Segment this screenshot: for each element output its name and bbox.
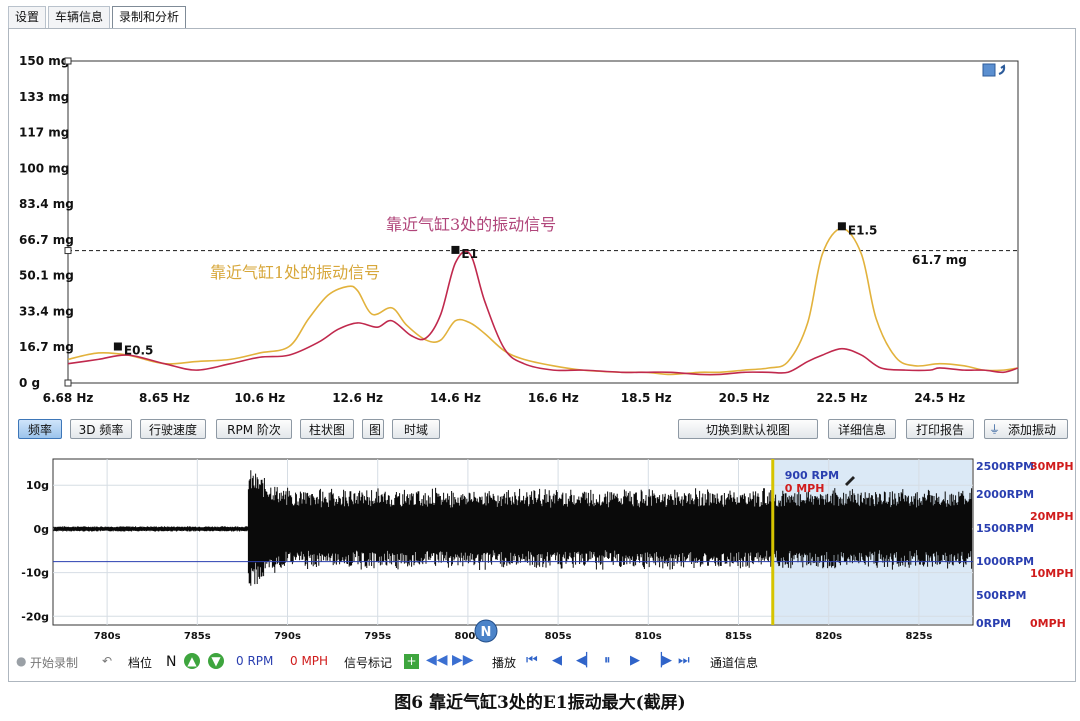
- y-tick-label: 66.7 mg: [19, 233, 74, 247]
- x-tick-label: 16.6 Hz: [528, 391, 579, 405]
- n-marker-label: N: [481, 625, 492, 640]
- pause-icon[interactable]: ⏸: [604, 653, 611, 668]
- play-icon[interactable]: ▶: [630, 653, 640, 668]
- step-back-icon[interactable]: ◀: [552, 653, 562, 668]
- marker-label: E0.5: [124, 344, 153, 358]
- y-tick-label: 50.1 mg: [19, 269, 74, 283]
- mph-axis-label: 0MPH: [1030, 617, 1066, 630]
- playback-label: 播放: [492, 656, 517, 670]
- mph-readout: 0 MPH: [290, 654, 329, 668]
- frame-forward-icon[interactable]: ▕▶: [652, 653, 672, 668]
- gear-up-icon[interactable]: ▲: [184, 653, 200, 669]
- y-tick-label: -10g: [21, 567, 49, 580]
- frame-back-icon[interactable]: ◀▏: [576, 653, 596, 668]
- cursor-rpm-readout: 900 RPM: [785, 469, 839, 482]
- x-tick-label: 12.6 Hz: [332, 391, 383, 405]
- add-vibration-label: 添加振动: [1007, 423, 1056, 437]
- marker-point: [837, 222, 846, 231]
- add-mark-icon[interactable]: +: [404, 654, 419, 669]
- x-tick-label: 820s: [815, 631, 842, 642]
- x-tick-label: 780s: [94, 631, 121, 642]
- rpm-readout: 0 RPM: [236, 654, 274, 668]
- marker-point: [113, 342, 122, 351]
- x-tick-label: 805s: [545, 631, 572, 642]
- view-button-bar: 频率 3D 频率 行驶速度 RPM 阶次 柱状图 图 时域 切换到默认视图 详细…: [18, 419, 1070, 443]
- rpm-order-button[interactable]: RPM 阶次: [216, 419, 292, 439]
- rpm-axis-label: 1000RPM: [976, 555, 1034, 568]
- signal-mark-label: 信号标记: [344, 656, 393, 670]
- chart-canvas: 150 mg 133 mg 117 mg 100 mg 83.4 mg 66.7 mg 50…: [19, 54, 1074, 643]
- print-report-button[interactable]: 打印报告: [906, 419, 974, 439]
- y-tick-label: 0g: [33, 523, 49, 536]
- y-tick-label: 100 mg: [19, 161, 69, 175]
- mph-axis-label: 30MPH: [1030, 460, 1074, 473]
- x-tick-label: 6.68 Hz: [43, 391, 94, 405]
- marker-point: [451, 245, 460, 254]
- gear-down-icon[interactable]: ▼: [208, 653, 224, 669]
- mph-axis-label: 10MPH: [1030, 567, 1074, 580]
- annotation-cylinder-1: 靠近气缸1处的振动信号: [210, 263, 380, 282]
- x-tick-label: 20.5 Hz: [719, 391, 770, 405]
- y-tick-label: 10g: [26, 479, 49, 492]
- y-axis-handle: [64, 57, 72, 65]
- rpm-axis-label: 500RPM: [976, 589, 1026, 602]
- rpm-axis-label: 2000RPM: [976, 488, 1034, 501]
- y-tick-label: 16.7 mg: [19, 340, 74, 354]
- marker-label: E1: [461, 247, 478, 261]
- annotation-cylinder-3: 靠近气缸3处的振动信号: [386, 215, 556, 234]
- record-dot-icon: ●: [16, 654, 27, 668]
- origin-handle: [64, 379, 72, 387]
- y-tick-label: 83.4 mg: [19, 197, 74, 211]
- y-tick-label: 150 mg: [19, 54, 69, 68]
- y-tick-label: 0 g: [19, 376, 40, 390]
- x-tick-label: 10.6 Hz: [234, 391, 285, 405]
- skip-end-icon[interactable]: ⏭: [678, 653, 690, 668]
- x-tick-label: 795s: [364, 631, 391, 642]
- y-tick-label: 33.4 mg: [19, 304, 74, 318]
- start-record-button[interactable]: 开始录制: [30, 654, 78, 671]
- x-tick-label: 22.5 Hz: [816, 391, 867, 405]
- add-vibration-button[interactable]: ⏚ 添加振动: [984, 419, 1068, 439]
- x-tick-label: 14.6 Hz: [430, 391, 481, 405]
- y-tick-label: 117 mg: [19, 126, 69, 140]
- x-tick-label: 24.5 Hz: [914, 391, 965, 405]
- threshold-label: 61.7 mg: [912, 253, 967, 267]
- transport-bar: ● 开始录制 ↶ 档位 N ▲ ▼ 0 RPM 0 MPH 信号标记 + ◀◀ …: [14, 652, 1074, 674]
- cursor-mph-readout: 0 MPH: [785, 482, 825, 495]
- rpm-axis-label: 0RPM: [976, 617, 1011, 630]
- details-button[interactable]: 详细信息: [828, 419, 896, 439]
- gear-label: 档位: [128, 656, 153, 670]
- time-domain-button[interactable]: 时域: [392, 419, 440, 439]
- rpm-axis-label: 1500RPM: [976, 522, 1034, 535]
- add-vibration-icon: ⏚: [989, 423, 1000, 436]
- graph-button[interactable]: 图: [362, 419, 384, 439]
- skip-start-icon[interactable]: ⏮: [526, 653, 538, 668]
- mph-axis-label: 20MPH: [1030, 510, 1074, 523]
- x-tick-label: 8.65 Hz: [139, 391, 190, 405]
- x-tick-label: 810s: [635, 631, 662, 642]
- rpm-axis-label: 2500RPM: [976, 460, 1034, 473]
- threshold-handle: [64, 247, 72, 255]
- marker-label: E1.5: [848, 223, 877, 237]
- driving-speed-button[interactable]: 行驶速度: [140, 419, 206, 439]
- x-tick-label: 825s: [905, 631, 932, 642]
- undo-icon[interactable]: ↶: [102, 654, 112, 668]
- next-mark-icon[interactable]: ▶▶: [452, 652, 474, 668]
- histogram-button[interactable]: 柱状图: [300, 419, 354, 439]
- x-tick-label: 815s: [725, 631, 752, 642]
- frequency-button[interactable]: 频率: [18, 419, 62, 439]
- y-tick-label: 133 mg: [19, 90, 69, 104]
- 3d-frequency-button[interactable]: 3D 频率: [70, 419, 132, 439]
- channel-info-link[interactable]: 通道信息: [710, 654, 758, 671]
- n-marker[interactable]: N: [474, 619, 498, 643]
- x-tick-label: 18.5 Hz: [621, 391, 672, 405]
- figure-caption: 图6 靠近气缸3处的E1振动最大(截屏): [394, 693, 686, 713]
- gear-value: N: [166, 654, 177, 670]
- prev-mark-icon[interactable]: ◀◀: [426, 652, 448, 668]
- y-tick-label: -20g: [21, 610, 49, 623]
- x-tick-label: 785s: [184, 631, 211, 642]
- x-tick-label: 790s: [274, 631, 301, 642]
- default-view-button[interactable]: 切换到默认视图: [678, 419, 818, 439]
